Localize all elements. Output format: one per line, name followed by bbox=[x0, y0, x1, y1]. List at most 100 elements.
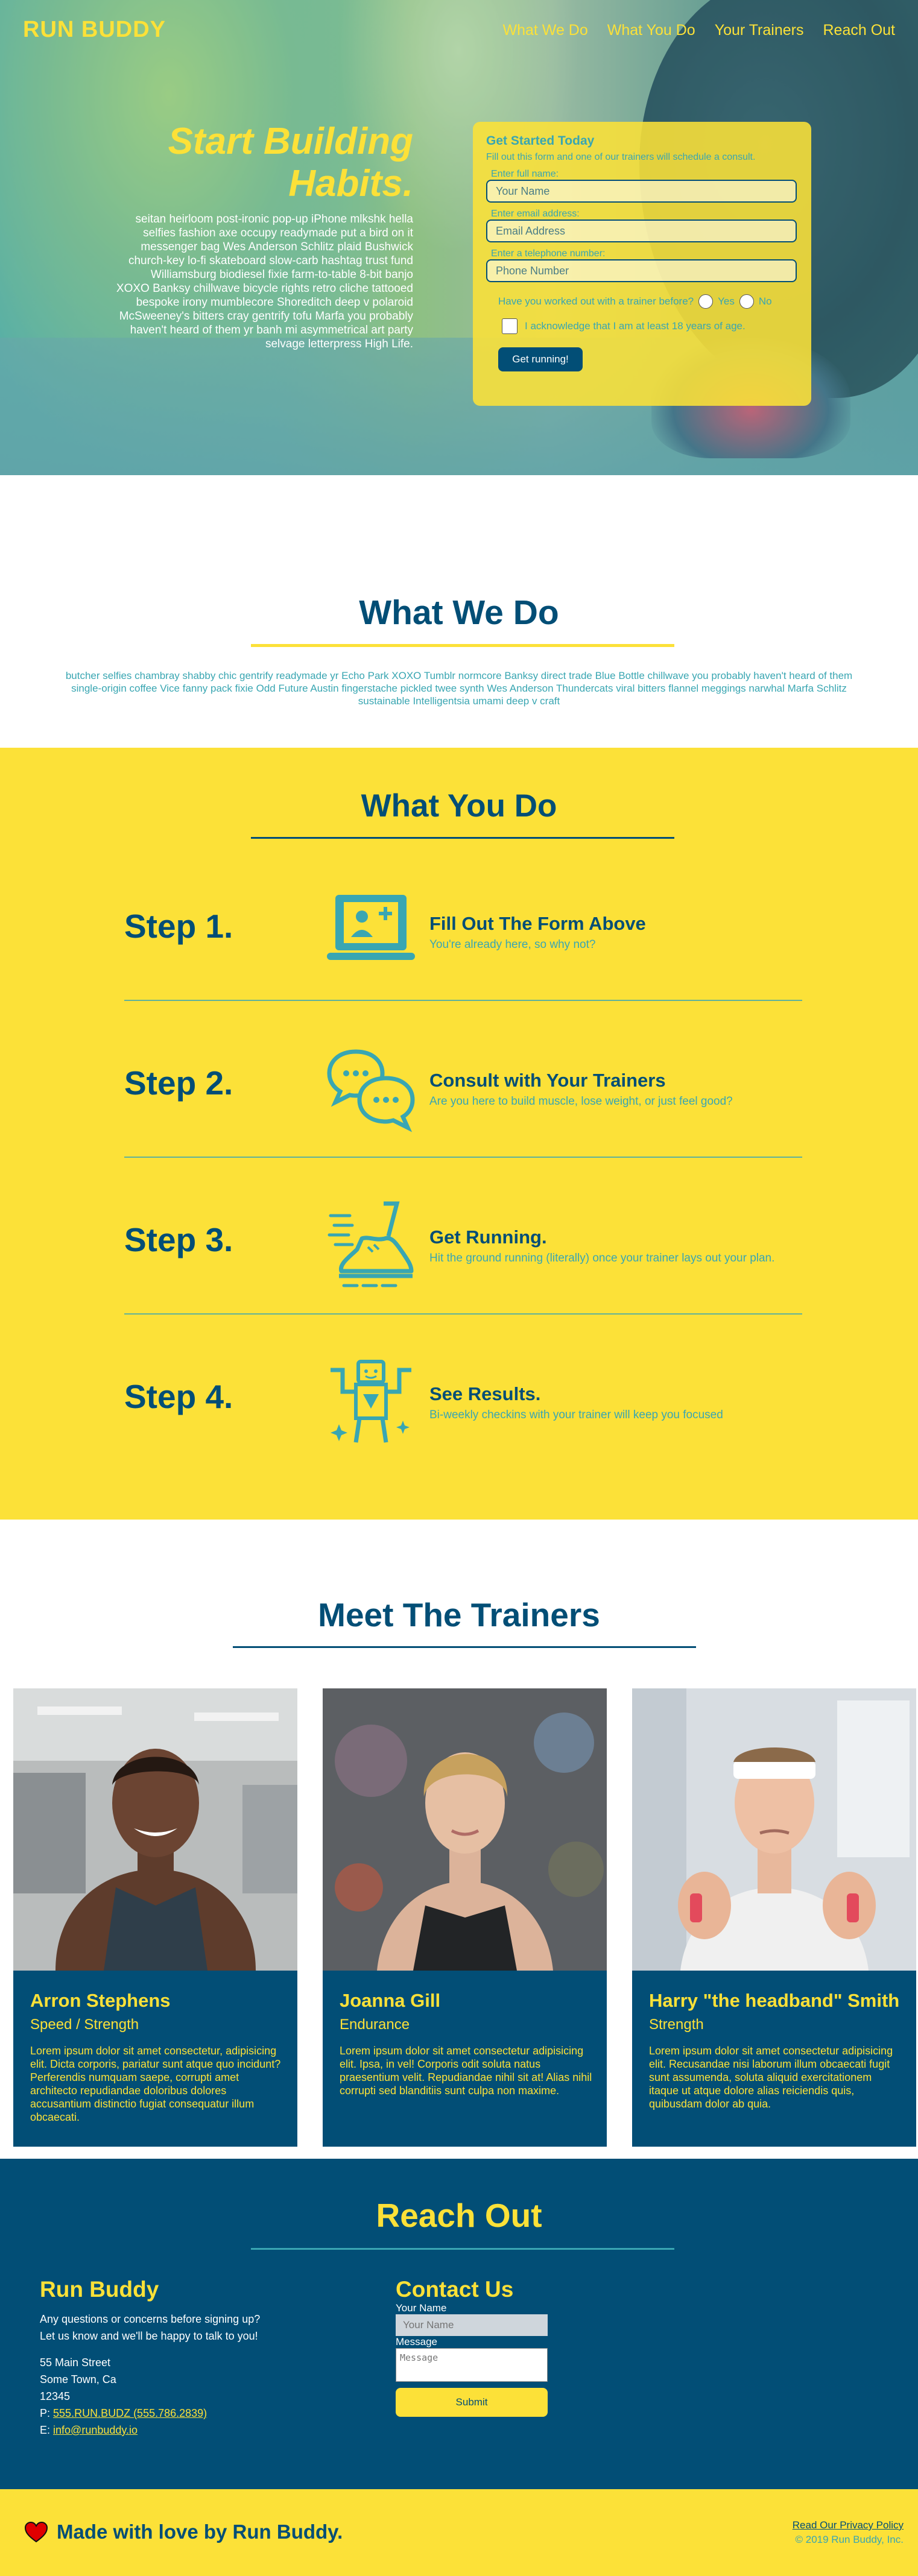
step-number: Step 3. bbox=[124, 1221, 233, 1258]
trainer-info: Arron Stephens Speed / Strength Lorem ip… bbox=[30, 1990, 283, 2124]
main-nav: What We Do What You Do Your Trainers Rea… bbox=[503, 22, 895, 39]
address-city: Some Town, Ca bbox=[40, 2373, 116, 2385]
trainer-card-joanna: Joanna Gill Endurance Lorem ipsum dolor … bbox=[323, 1688, 607, 2147]
step-2: Step 2. Consult with Your Trainers Are y… bbox=[124, 1001, 802, 1158]
step-number: Step 4. bbox=[124, 1378, 233, 1415]
nav-what-you-do[interactable]: What You Do bbox=[607, 22, 695, 39]
trainer-role: Speed / Strength bbox=[30, 2016, 139, 2033]
message-textarea[interactable] bbox=[396, 2348, 548, 2382]
reach-out-divider bbox=[251, 2248, 674, 2250]
step-title: See Results. bbox=[429, 1383, 541, 1404]
hero-section: RUN BUDDY What We Do What You Do Your Tr… bbox=[0, 0, 918, 475]
step-4: Step 4. See Results. Bi-weekly checkins … bbox=[124, 1315, 802, 1471]
reach-out-title: Reach Out bbox=[376, 2197, 542, 2234]
trainer-photo-arron bbox=[13, 1688, 297, 1971]
trainer-bio: Lorem ipsum dolor sit amet consectetur a… bbox=[649, 2045, 893, 2110]
running-shoe-icon bbox=[328, 1201, 414, 1287]
step-title: Get Running. bbox=[429, 1226, 547, 1248]
contact-phone-row: P: 555.RUN.BUDZ (555.786.2839) bbox=[40, 2405, 311, 2422]
phone-input[interactable] bbox=[486, 259, 797, 282]
reach-out-section: Reach Out Run Buddy Any questions or con… bbox=[0, 2159, 918, 2489]
email-input[interactable] bbox=[486, 219, 797, 242]
hero-title: Start Building Habits. bbox=[168, 121, 413, 204]
brand-logo[interactable]: RUN BUDDY bbox=[23, 17, 166, 43]
get-running-button[interactable]: Get running! bbox=[498, 347, 583, 371]
footer-legal: Read Our Privacy Policy © 2019 Run Buddy… bbox=[793, 2518, 904, 2547]
trainer-bio: Lorem ipsum dolor sit amet consectetur a… bbox=[340, 2045, 592, 2097]
nav-what-we-do[interactable]: What We Do bbox=[503, 22, 588, 39]
trainer-role: Strength bbox=[649, 2016, 704, 2033]
address-zip: 12345 bbox=[40, 2390, 71, 2402]
phone-prefix: P: bbox=[40, 2407, 51, 2419]
trainer-name: Arron Stephens bbox=[30, 1990, 171, 2011]
privacy-policy-link[interactable]: Read Our Privacy Policy bbox=[793, 2519, 904, 2531]
contact-form-title: Contact Us bbox=[396, 2277, 514, 2302]
contact-intro: Any questions or concerns before signing… bbox=[40, 2311, 311, 2344]
laptop-add-user-icon bbox=[327, 895, 415, 960]
contact-address: 55 Main Street Some Town, Ca 12345 P: 55… bbox=[40, 2354, 311, 2439]
signup-form-title: Get Started Today bbox=[486, 134, 595, 148]
copyright: © 2019 Run Buddy, Inc. bbox=[795, 2534, 904, 2545]
contact-form: Contact Us Your Name Message Submit bbox=[396, 2277, 552, 2417]
what-you-do-section: What You Do Step 1. Fill Out The Form Ab… bbox=[0, 748, 918, 1520]
phone-label: Enter a telephone number: bbox=[491, 248, 606, 259]
age-acknowledge-row: I acknowledge that I am at least 18 year… bbox=[486, 318, 798, 334]
no-label: No bbox=[758, 295, 772, 307]
trainer-bio: Lorem ipsum dolor sit amet consectetur, … bbox=[30, 2045, 281, 2123]
signup-form-lede: Fill out this form and one of our traine… bbox=[486, 152, 756, 162]
step-3: Step 3. Get Running. Hit the ground runn… bbox=[124, 1158, 802, 1315]
trainers-divider bbox=[233, 1646, 696, 1648]
age-acknowledge-checkbox[interactable] bbox=[502, 318, 518, 334]
trainer-card-harry: Harry "the headband" Smith Strength Lore… bbox=[632, 1688, 916, 2147]
trainer-role: Endurance bbox=[340, 2016, 410, 2033]
trainer-info: Joanna Gill Endurance Lorem ipsum dolor … bbox=[340, 1990, 593, 2097]
address-street: 55 Main Street bbox=[40, 2357, 111, 2369]
step-description: You're already here, so why not? bbox=[429, 938, 596, 951]
contact-brand: Run Buddy bbox=[40, 2277, 159, 2302]
email-prefix: E: bbox=[40, 2424, 51, 2436]
email-label: Enter email address: bbox=[491, 209, 580, 219]
yes-label: Yes bbox=[718, 295, 735, 307]
trainer-photo-harry bbox=[632, 1688, 916, 1971]
signup-form: Get Started Today Fill out this form and… bbox=[473, 122, 811, 406]
heart-icon bbox=[24, 2521, 48, 2543]
nav-your-trainers[interactable]: Your Trainers bbox=[715, 22, 804, 39]
trainers-title: Meet The Trainers bbox=[318, 1596, 600, 1634]
hero-copy: Start Building Habits. seitan heirloom p… bbox=[115, 121, 413, 351]
contact-info: Run Buddy Any questions or concerns befo… bbox=[40, 2277, 311, 2439]
what-we-do-divider bbox=[251, 644, 674, 647]
message-label: Message bbox=[396, 2336, 437, 2347]
step-number: Step 2. bbox=[124, 1064, 233, 1102]
no-radio[interactable] bbox=[739, 294, 754, 309]
trainers-section: Meet The Trainers Arron Stephens Speed /… bbox=[0, 1520, 918, 2159]
trainer-before-question: Have you worked out with a trainer befor… bbox=[486, 294, 798, 309]
hero-body: seitan heirloom post-ironic pop-up iPhon… bbox=[116, 213, 413, 350]
trainer-name: Joanna Gill bbox=[340, 1990, 441, 2011]
trainer-before-label: Have you worked out with a trainer befor… bbox=[498, 295, 694, 307]
age-acknowledge-label: I acknowledge that I am at least 18 year… bbox=[525, 320, 745, 332]
name-label: Enter full name: bbox=[491, 169, 559, 179]
trainer-photo-joanna bbox=[323, 1688, 607, 1971]
contact-intro-line-1: Any questions or concerns before signing… bbox=[40, 2313, 261, 2325]
contact-name-label: Your Name bbox=[396, 2302, 447, 2314]
trainer-card-arron: Arron Stephens Speed / Strength Lorem ip… bbox=[13, 1688, 297, 2147]
trainer-name: Harry "the headband" Smith bbox=[649, 1990, 900, 2011]
what-we-do-body: butcher selfies chambray shabby chic gen… bbox=[65, 670, 853, 707]
step-1: Step 1. Fill Out The Form Above You're a… bbox=[124, 844, 802, 1001]
contact-name-input[interactable] bbox=[396, 2314, 548, 2336]
nav-reach-out[interactable]: Reach Out bbox=[823, 22, 895, 39]
step-title: Fill Out The Form Above bbox=[429, 913, 646, 934]
email-link[interactable]: info@runbuddy.io bbox=[53, 2424, 138, 2436]
step-description: Hit the ground running (literally) once … bbox=[429, 1252, 775, 1264]
what-you-do-title: What You Do bbox=[361, 788, 557, 824]
footer: Made with love by Run Buddy. Read Our Pr… bbox=[0, 2489, 918, 2576]
what-we-do-title: What We Do bbox=[359, 593, 559, 632]
contact-submit-button[interactable]: Submit bbox=[396, 2388, 548, 2417]
full-name-input[interactable] bbox=[486, 180, 797, 203]
contact-email-row: E: info@runbuddy.io bbox=[40, 2422, 311, 2439]
yes-radio[interactable] bbox=[698, 294, 714, 309]
step-title: Consult with Your Trainers bbox=[429, 1070, 666, 1091]
footer-love: Made with love by Run Buddy. bbox=[24, 2521, 343, 2543]
chat-bubbles-icon bbox=[327, 1049, 415, 1132]
phone-link[interactable]: 555.RUN.BUDZ (555.786.2839) bbox=[53, 2407, 207, 2419]
